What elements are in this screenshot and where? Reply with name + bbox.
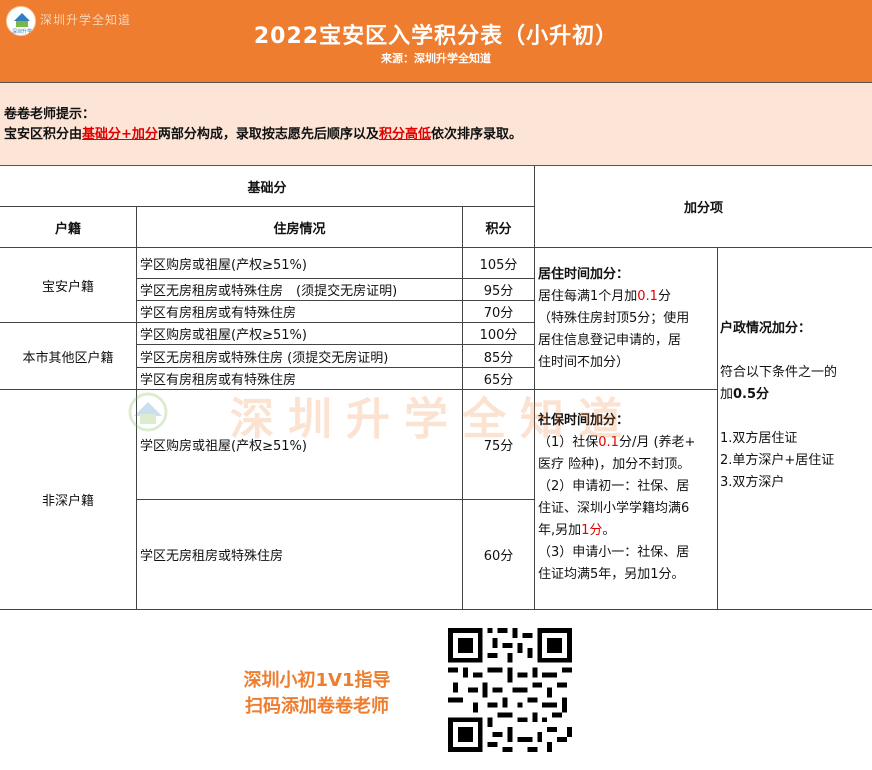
table-row: 学区无房租房或特殊住房 — [137, 500, 463, 610]
residence-bonus: 居住时间加分： 居住每满1个月加0.1分 （特殊住房封顶5分；使用 居住信息登记… — [538, 267, 690, 370]
teacher-tip: 卷卷老师提示： 宝安区积分由基础分+加分两部分构成，录取按志愿先后顺序以及积分高… — [0, 83, 872, 166]
huji-baoan: 宝安户籍 — [0, 248, 137, 323]
qr-code-icon[interactable] — [447, 628, 573, 752]
score-cell: 70分 — [463, 301, 535, 323]
table-row: 学区无房租房或特殊住房 (须提交无房证明) — [137, 345, 463, 368]
watermark-text: 深圳升学全知道 — [230, 394, 636, 445]
huji-other-district: 本市其他区户籍 — [0, 323, 137, 390]
household-bonus: 户政情况加分： 符合以下条件之一的 加0.5分 1.双方居住证 2.单方深户+居… — [720, 321, 838, 490]
header-banner: 深圳升学 深圳升学全知道 2022宝安区入学积分表（小升初） 来源：深圳升学全知… — [0, 0, 872, 83]
table-row: 学区购房或祖屋(产权≥51%) — [137, 323, 463, 345]
footer-line-2: 扫码添加卷卷老师 — [245, 696, 389, 717]
tip-body: 宝安区积分由基础分+加分两部分构成，录取按志愿先后顺序以及积分高低依次排序录取。 — [4, 127, 522, 142]
source-line: 来源：深圳升学全知道 — [381, 52, 491, 65]
score-cell: 105分 — [463, 248, 535, 279]
score-cell: 95分 — [463, 279, 535, 301]
bonus-header: 加分项 — [535, 166, 872, 248]
score-cell: 85分 — [463, 345, 535, 368]
page-title: 2022宝安区入学积分表（小升初） — [253, 24, 619, 49]
footer-line-1: 深圳小初1V1指导 — [243, 670, 391, 691]
table-row: 学区无房租房或特殊住房 (须提交无房证明) — [137, 279, 463, 301]
col-header-score: 积分 — [463, 207, 535, 248]
col-header-housing: 住房情况 — [137, 207, 463, 248]
tip-heading: 卷卷老师提示： — [4, 107, 96, 122]
table-row: 学区有房租房或有特殊住房 — [137, 301, 463, 323]
score-cell: 60分 — [463, 500, 535, 610]
score-cell: 100分 — [463, 323, 535, 345]
table-row: 学区购房或祖屋(产权≥51%) — [137, 248, 463, 279]
base-score-header: 基础分 — [0, 166, 535, 207]
col-header-huji: 户籍 — [0, 207, 137, 248]
watermark-logo-icon — [128, 392, 168, 432]
